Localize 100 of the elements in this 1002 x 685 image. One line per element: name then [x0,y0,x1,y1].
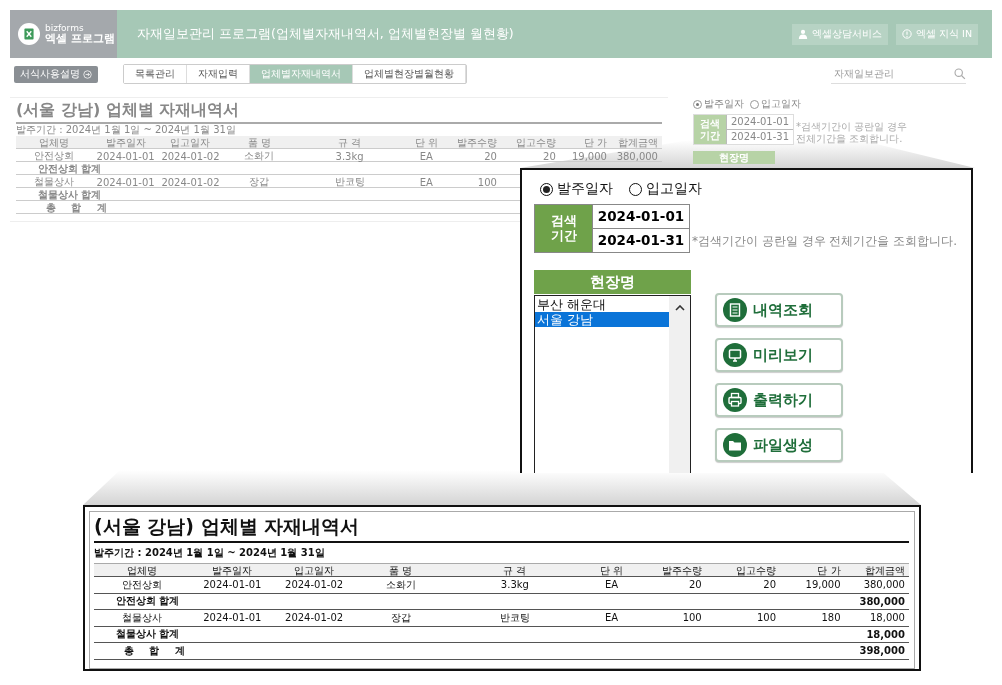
table-cell-text: 2024-01-02 [160,176,221,188]
table-cell-text: 180 [820,612,842,624]
table-cell-text: 2024-01-02 [284,612,345,624]
end-date-field[interactable]: 2024-01-31 [726,129,793,144]
radio-button[interactable] [540,182,553,196]
table-cell-text: 2024-01-01 [202,612,263,624]
site-list-item[interactable]: 부산 해운대 [535,297,669,312]
column-header: 발주일자 [211,564,254,578]
action-button[interactable]: 출력하기 [715,383,843,417]
table-cell-text: 2024-01-01 [202,579,263,591]
person-icon [798,29,809,39]
radio-button[interactable] [629,182,642,196]
table-cell-text: 19,000 [570,150,608,162]
table-cell-text: 19,000 [804,579,842,591]
column-header: 단 가 [816,564,842,578]
scrollbar[interactable] [669,296,690,473]
column-header: 입고수량 [735,564,778,578]
subtotal-label: 철물상사 합계 [115,627,181,642]
table-cell-text: 3.3kg [334,150,365,162]
table-cell-text: 380,000 [862,579,906,591]
period-label: 검색 기간 [535,205,592,252]
column-header: 단 위 [413,136,439,150]
column-header: 발주일자 [104,136,147,150]
table-cell-text: EA [418,176,434,188]
radio-label[interactable]: 발주일자 [557,180,613,198]
grand-total-amount: 398,000 [858,645,906,657]
table-cell-text: 100 [681,612,703,624]
column-header: 단 가 [582,136,608,150]
table-cell-text: 장갑 [248,175,271,189]
tab[interactable]: 목록관리 [124,65,187,83]
subtotal-label: 안전상회 합계 [37,162,103,176]
monitor-icon [723,343,747,367]
table-cell-text: 소화기 [243,149,276,163]
scroll-up-icon[interactable] [674,305,685,311]
table-cell-text: 장갑 [389,610,412,625]
column-header: 합계금액 [617,136,659,150]
report-period: 발주기간 : 2024년 1월 1일 ~ 2024년 1월 31일 [16,124,237,136]
search-note: *검색기간이 공란일 경우 전체기간을 조회합니다. [692,233,958,250]
guide-button[interactable]: 서식사용설명 [14,65,98,83]
table-cell-text: 3.3kg [499,579,530,591]
subtotal-amount: 380,000 [858,595,906,607]
column-header: 발주수량 [455,136,498,150]
radio-label[interactable]: 입고일자 [761,97,801,111]
folder-icon [723,433,747,457]
printer-icon [723,388,747,412]
column-header: 입고일자 [169,136,212,150]
grand-total-label: 총 합 계 [45,201,114,215]
subtotal-label: 안전상회 합계 [115,594,181,609]
column-header: 품 명 [388,564,414,578]
product-name: 엑셀 프로그램 [45,32,115,45]
report-period: 발주기간 : 2024년 1월 1일 ~ 2024년 1월 31일 [94,546,326,560]
table-cell-text: 소화기 [384,577,417,592]
site-list-item[interactable]: 서울 강남 [535,312,669,327]
table-cell-text: 20 [542,150,557,162]
action-button[interactable]: 파일생성 [715,428,843,462]
table-cell-text: 2024-01-02 [284,579,345,591]
radio-button[interactable] [750,99,759,109]
arrow-circle-icon [83,69,92,79]
grand-total-label: 총 합 계 [123,643,192,658]
table-cell-text: 380,000 [615,150,659,162]
action-button[interactable]: 미리보기 [715,338,843,372]
table-cell-text: 2024-01-02 [160,150,221,162]
radio-label[interactable]: 발주일자 [704,97,744,111]
column-header: 입고수량 [514,136,557,150]
table-cell-text: 반코팅 [333,175,366,189]
table-cell-text: 철물상사 [121,610,164,625]
column-header: 단 위 [598,564,625,578]
app-title: 자재일보관리 프로그램(업체별자재내역서, 업체별현장별 월현황) [137,25,514,43]
table-cell-text: 18,000 [869,612,906,624]
table-cell-text: EA [603,612,620,624]
radio-label[interactable]: 입고일자 [646,180,702,198]
table-cell-text: EA [418,150,434,162]
table-cell-text: 2024-01-01 [95,176,156,188]
action-button[interactable]: 내역조회 [715,293,843,327]
site-header: 현장명 [534,270,691,294]
brand-name: bizforms [45,23,85,33]
subtotal-label: 철물상사 합계 [37,188,103,202]
search-note: *검색기간이 공란일 경우 전체기간을 조회합니다. [796,121,909,145]
report-title: (서울 강남) 업체별 자재내역서 [94,514,909,543]
site-header: 현장명 [693,151,775,164]
column-header: 품 명 [246,136,272,150]
table-cell-text: 2024-01-01 [95,150,156,162]
table-cell-text: 20 [688,579,703,591]
table-cell-text: EA [603,579,620,591]
report-title: (서울 강남) 업체별 자재내역서 [16,100,662,124]
period-label: 검색 기간 [694,115,726,144]
column-header: 규 격 [337,136,363,150]
table-cell-text: 20 [762,579,778,591]
column-header: 합계금액 [864,564,906,578]
search-icon[interactable] [954,67,966,80]
column-header: 업체명 [38,136,71,150]
column-header: 입고일자 [293,564,336,578]
subtotal-amount: 18,000 [865,628,906,640]
table-cell-text: 안전상회 [121,577,164,592]
end-date-field[interactable]: 2024-01-31 [592,228,689,252]
table-cell-text: 100 [756,612,778,624]
column-header: 규 격 [502,564,528,578]
document-icon [723,298,747,322]
radio-button[interactable] [693,99,702,109]
table-cell-text: 안전상회 [33,149,76,163]
